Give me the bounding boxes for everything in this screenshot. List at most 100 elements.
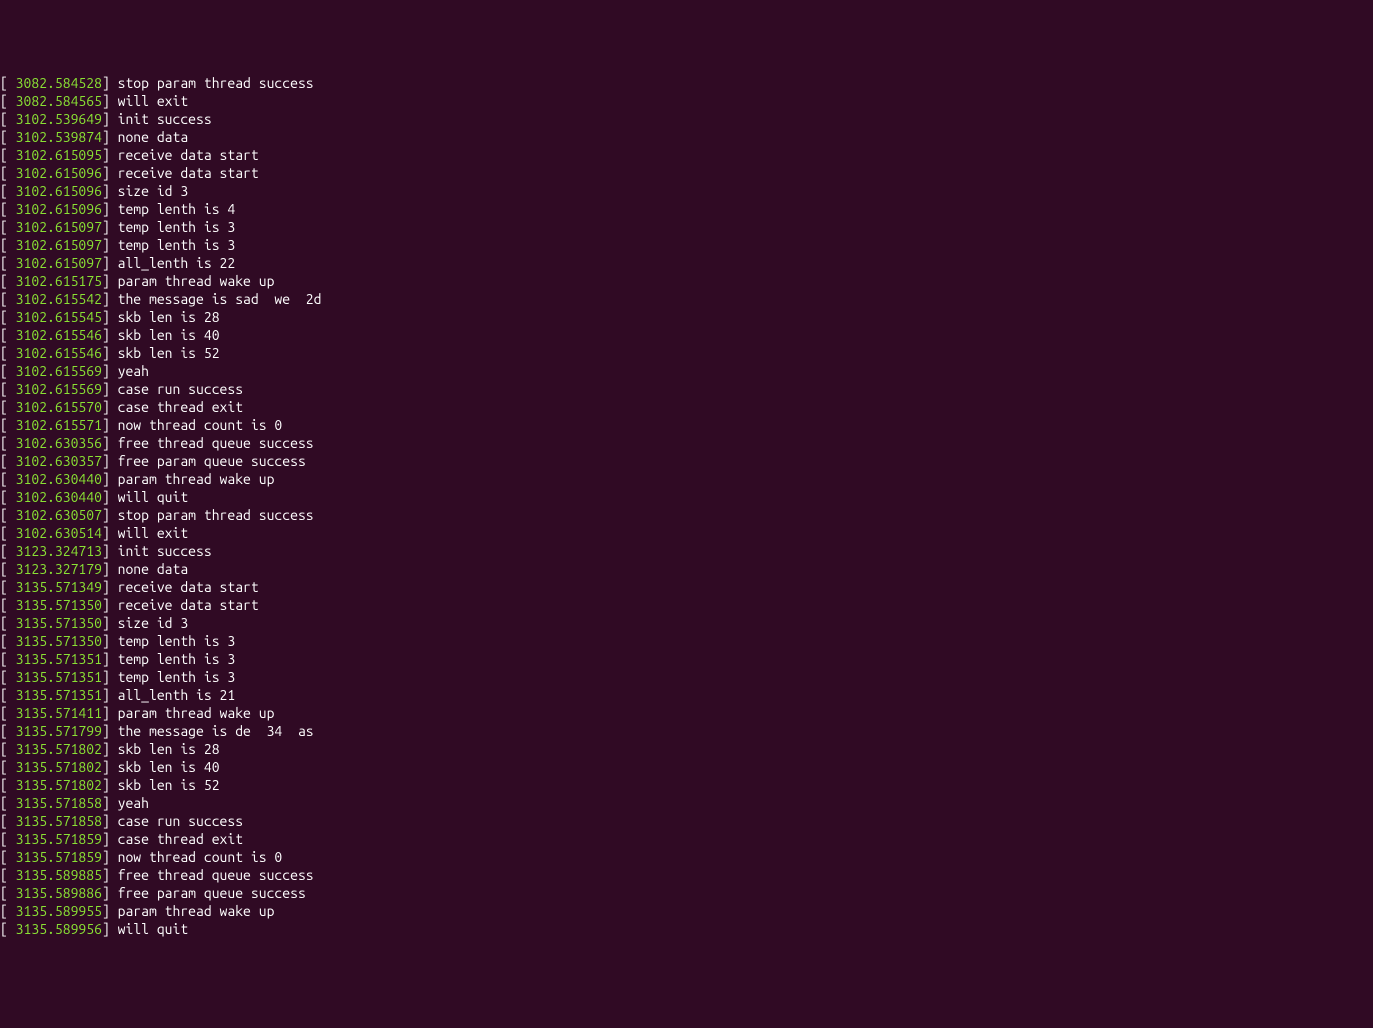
log-message: the message is sad we 2d	[110, 291, 322, 307]
bracket-open: [	[0, 363, 8, 379]
log-timestamp: 3135.571349	[8, 579, 102, 595]
log-line: [ 3102.630440] will quit	[0, 488, 1373, 506]
bracket-open: [	[0, 381, 8, 397]
log-line: [ 3102.630356] free thread queue success	[0, 434, 1373, 452]
log-message: receive data start	[110, 165, 259, 181]
log-message: all_lenth is 22	[110, 255, 235, 271]
log-message: stop param thread success	[110, 75, 314, 91]
bracket-open: [	[0, 237, 8, 253]
log-message: size id 3	[110, 615, 188, 631]
log-line: [ 3102.615095] receive data start	[0, 146, 1373, 164]
bracket-open: [	[0, 219, 8, 235]
bracket-close: ]	[102, 633, 110, 649]
bracket-close: ]	[102, 759, 110, 775]
bracket-close: ]	[102, 471, 110, 487]
log-line: [ 3102.630514] will exit	[0, 524, 1373, 542]
log-timestamp: 3135.571351	[8, 669, 102, 685]
bracket-open: [	[0, 417, 8, 433]
bracket-open: [	[0, 633, 8, 649]
log-message: case run success	[110, 813, 243, 829]
bracket-close: ]	[102, 579, 110, 595]
bracket-close: ]	[102, 129, 110, 145]
log-message: temp lenth is 3	[110, 237, 235, 253]
bracket-open: [	[0, 435, 8, 451]
log-message: case run success	[110, 381, 243, 397]
terminal-output[interactable]: [ 3082.584528] stop param thread success…	[0, 74, 1373, 938]
bracket-close: ]	[102, 849, 110, 865]
log-message: free param queue success	[110, 885, 306, 901]
log-message: receive data start	[110, 597, 259, 613]
log-timestamp: 3082.584528	[8, 75, 102, 91]
bracket-close: ]	[102, 615, 110, 631]
log-timestamp: 3135.571802	[8, 777, 102, 793]
bracket-close: ]	[102, 777, 110, 793]
log-line: [ 3135.571411] param thread wake up	[0, 704, 1373, 722]
bracket-open: [	[0, 147, 8, 163]
log-timestamp: 3135.571802	[8, 741, 102, 757]
bracket-close: ]	[102, 399, 110, 415]
bracket-open: [	[0, 921, 8, 937]
bracket-close: ]	[102, 327, 110, 343]
log-timestamp: 3135.589956	[8, 921, 102, 937]
bracket-close: ]	[102, 561, 110, 577]
log-line: [ 3102.539649] init success	[0, 110, 1373, 128]
bracket-close: ]	[102, 669, 110, 685]
log-timestamp: 3102.615569	[8, 381, 102, 397]
log-line: [ 3135.571802] skb len is 28	[0, 740, 1373, 758]
log-timestamp: 3102.630356	[8, 435, 102, 451]
bracket-open: [	[0, 723, 8, 739]
bracket-close: ]	[102, 867, 110, 883]
bracket-close: ]	[102, 381, 110, 397]
bracket-close: ]	[102, 435, 110, 451]
bracket-open: [	[0, 111, 8, 127]
log-line: [ 3123.327179] none data	[0, 560, 1373, 578]
bracket-open: [	[0, 327, 8, 343]
log-line: [ 3123.324713] init success	[0, 542, 1373, 560]
bracket-close: ]	[102, 255, 110, 271]
bracket-close: ]	[102, 219, 110, 235]
bracket-close: ]	[102, 237, 110, 253]
log-message: stop param thread success	[110, 507, 314, 523]
log-timestamp: 3102.615097	[8, 255, 102, 271]
bracket-open: [	[0, 687, 8, 703]
bracket-open: [	[0, 615, 8, 631]
bracket-close: ]	[102, 453, 110, 469]
bracket-open: [	[0, 309, 8, 325]
log-line: [ 3102.615097] all_lenth is 22	[0, 254, 1373, 272]
bracket-open: [	[0, 93, 8, 109]
log-line: [ 3135.571351] temp lenth is 3	[0, 668, 1373, 686]
log-timestamp: 3102.615571	[8, 417, 102, 433]
log-message: all_lenth is 21	[110, 687, 235, 703]
log-timestamp: 3102.615097	[8, 237, 102, 253]
log-line: [ 3102.615096] temp lenth is 4	[0, 200, 1373, 218]
bracket-close: ]	[102, 291, 110, 307]
bracket-close: ]	[102, 543, 110, 559]
bracket-close: ]	[102, 741, 110, 757]
log-timestamp: 3102.630514	[8, 525, 102, 541]
log-timestamp: 3102.630357	[8, 453, 102, 469]
log-timestamp: 3123.324713	[8, 543, 102, 559]
bracket-close: ]	[102, 903, 110, 919]
log-message: now thread count is 0	[110, 417, 282, 433]
log-line: [ 3135.589885] free thread queue success	[0, 866, 1373, 884]
log-timestamp: 3102.630440	[8, 489, 102, 505]
log-line: [ 3102.615097] temp lenth is 3	[0, 218, 1373, 236]
bracket-open: [	[0, 705, 8, 721]
log-timestamp: 3102.615097	[8, 219, 102, 235]
log-line: [ 3102.630507] stop param thread success	[0, 506, 1373, 524]
log-message: now thread count is 0	[110, 849, 282, 865]
bracket-close: ]	[102, 309, 110, 325]
log-timestamp: 3135.571858	[8, 795, 102, 811]
bracket-close: ]	[102, 651, 110, 667]
log-message: size id 3	[110, 183, 188, 199]
log-line: [ 3102.630357] free param queue success	[0, 452, 1373, 470]
log-message: skb len is 52	[110, 777, 220, 793]
log-message: param thread wake up	[110, 471, 275, 487]
log-line: [ 3082.584565] will exit	[0, 92, 1373, 110]
bracket-open: [	[0, 183, 8, 199]
log-timestamp: 3135.571350	[8, 597, 102, 613]
log-message: skb len is 28	[110, 741, 220, 757]
log-line: [ 3102.615096] receive data start	[0, 164, 1373, 182]
bracket-open: [	[0, 849, 8, 865]
bracket-close: ]	[102, 363, 110, 379]
